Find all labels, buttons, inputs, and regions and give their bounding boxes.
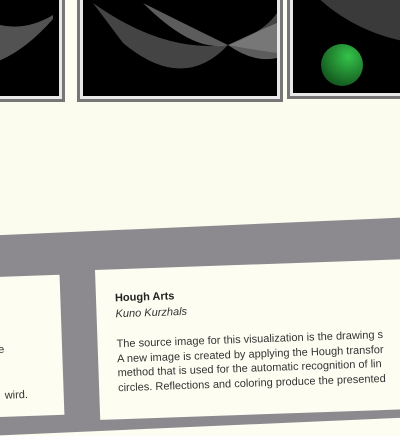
artwork-description: The source image for this visualization … [116,328,386,395]
hough-sphere-image [320,0,400,86]
artwork-frame-center[interactable] [77,0,283,102]
info-panel-left: e wird. [0,274,65,418]
hough-curves-image [0,15,53,61]
green-sphere-icon [321,44,363,86]
artwork-author: Kuno Kurzhals [115,305,188,321]
artwork-title: Hough Arts [114,290,175,305]
hough-curves-image [93,3,277,69]
info-panel-hough-arts: Hough Arts Kuno Kurzhals The source imag… [95,258,400,420]
artwork-frame-left[interactable] [0,0,65,102]
left-panel-text: wird. [4,388,29,402]
artwork-frame-right[interactable] [287,0,400,99]
left-panel-text: e [0,343,5,356]
